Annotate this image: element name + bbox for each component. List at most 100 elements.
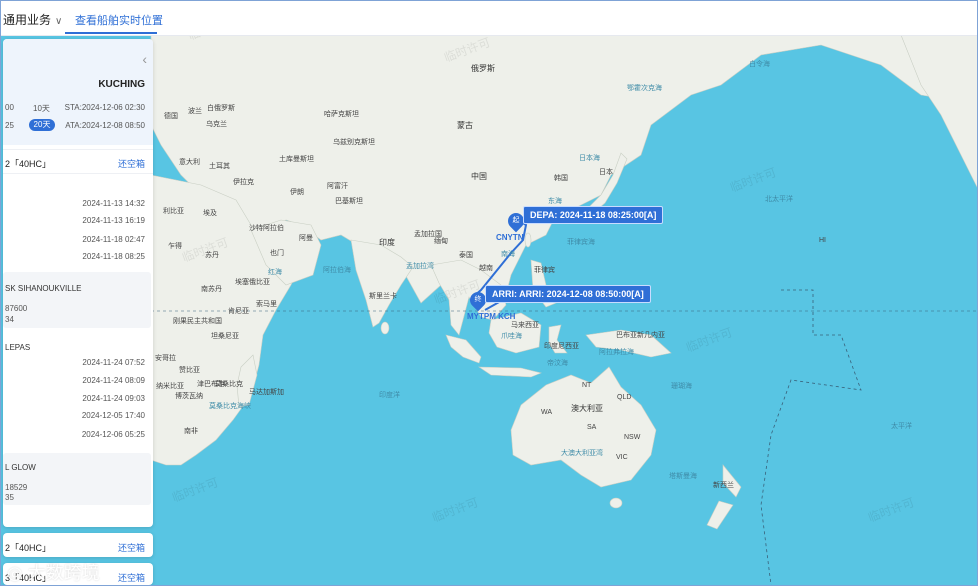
country-label: 哈萨克斯坦	[324, 111, 359, 118]
region-label: QLD	[617, 394, 632, 401]
destination-pin-label: 终	[474, 296, 482, 303]
arrival-tooltip: ARRI: ARRI: 2024-12-08 08:50:00[A]	[485, 285, 651, 303]
sea-label: 南海	[501, 251, 515, 258]
sea-label: 爪哇海	[501, 333, 522, 340]
country-label: 赞比亚	[179, 367, 200, 374]
sea-label: 阿拉伯海	[323, 267, 351, 274]
country-label: 伊拉克	[233, 179, 254, 186]
origin-port-code: CNYTN	[496, 233, 524, 242]
return-empty-link[interactable]: 还空箱	[118, 571, 145, 584]
event-time: 2024-11-13 14:32	[82, 199, 145, 208]
country-label: 白俄罗斯	[207, 105, 235, 112]
region-label: VIC	[616, 454, 628, 461]
country-label: 阿曼	[299, 235, 313, 242]
sta-time: STA:2024-12-06 02:30	[64, 103, 145, 112]
menu-dropdown[interactable]: 通用业务 ∨	[3, 11, 62, 28]
country-label: 坦桑尼亚	[211, 333, 239, 340]
country-label: 博茨瓦纳	[175, 393, 203, 400]
ata-time: ATA:2024-12-08 08:50	[65, 121, 145, 130]
country-label: 沙特阿拉伯	[249, 225, 284, 232]
sea-label: 太平洋	[891, 423, 912, 430]
event-time: 2024-11-24 09:03	[82, 394, 145, 403]
event-time: 2024-12-05 17:40	[81, 411, 145, 420]
event-time: 2024-12-06 05:25	[81, 430, 145, 439]
country-label: 埃塞俄比亚	[235, 279, 270, 286]
divider	[3, 149, 153, 150]
country-label: 澳大利亚	[571, 404, 603, 413]
land-sri-lanka	[380, 321, 390, 335]
vessel-voyage: 35	[5, 493, 14, 502]
country-label: 土耳其	[209, 163, 230, 170]
top-nav-bar: 通用业务 ∨ 查看船舶实时位置	[1, 1, 977, 36]
region-label: HI	[819, 237, 826, 244]
country-label: 津巴布韦	[197, 381, 225, 388]
country-label: 乌兹别克斯坦	[333, 139, 375, 146]
sea-label: 菲律宾海	[567, 239, 595, 246]
logo-icon: ◎	[7, 563, 23, 583]
event-time: 2024-11-24 08:09	[82, 376, 145, 385]
country-label: 俄罗斯	[471, 64, 495, 73]
country-label: 韩国	[554, 175, 568, 182]
sea-label: 塔斯曼海	[669, 473, 697, 480]
sea-label: 日本海	[579, 155, 600, 162]
country-label: 中国	[471, 172, 487, 181]
country-label: 巴基斯坦	[335, 198, 363, 205]
vessel-card: L GLOW 18529 35	[3, 453, 151, 505]
country-label: 肯尼亚	[228, 308, 249, 315]
country-label: 意大利	[179, 159, 200, 166]
sea-label: 白令海	[749, 61, 770, 68]
vessel-name: SK SIHANOUKVILLE	[5, 284, 82, 293]
region-label: NT	[582, 382, 592, 389]
country-label: 南非	[184, 428, 198, 435]
country-label: 蒙古	[457, 121, 473, 130]
country-label: 斯里兰卡	[369, 293, 397, 300]
sea-label: 大澳大利亚湾	[561, 450, 603, 457]
vessel-name: L GLOW	[5, 463, 36, 472]
country-label: 纳米比亚	[156, 383, 184, 390]
country-label: 泰国	[459, 252, 473, 259]
collapse-chevron-icon[interactable]: ‹	[142, 51, 147, 67]
country-label: 安哥拉	[155, 355, 176, 362]
sea-label: 鄂霍次克海	[627, 85, 662, 92]
country-label: 也门	[270, 250, 284, 257]
departure-tooltip: DEPA: 2024-11-18 08:25:00[A]	[523, 206, 664, 224]
container-label: 2「40HC」	[5, 159, 52, 169]
brand-logo: ◎ 大数跨境	[7, 559, 100, 585]
sea-label: 帝汶海	[547, 360, 568, 367]
return-empty-link[interactable]: 还空箱	[118, 157, 145, 170]
container-label: 2「40HC」	[5, 543, 52, 553]
tab-realtime-position[interactable]: 查看船舶实时位置	[75, 12, 163, 28]
country-label: 日本	[599, 169, 613, 176]
app-frame: 通用业务 ∨ 查看船舶实时位置 蒙古 中国 哈萨克斯坦 乌兹别克斯坦 土库曼斯坦…	[0, 0, 978, 586]
country-label: 印度尼西亚	[544, 343, 579, 350]
country-label: 菲律宾	[534, 267, 555, 274]
menu-label: 通用业务	[3, 13, 52, 27]
country-label: 波兰	[188, 108, 202, 115]
event-time: 2024-11-13 16:19	[82, 216, 145, 225]
container-row[interactable]: 2「40HC」 还空箱	[3, 533, 153, 557]
event-time: 2024-11-18 08:25	[82, 252, 145, 261]
sea-label: 红海	[268, 269, 282, 276]
country-label: 巴布亚新几内亚	[616, 332, 665, 339]
country-label: 刚果民主共和国	[173, 318, 222, 325]
region-label: NSW	[624, 434, 641, 441]
vessel-number: 18529	[5, 483, 28, 492]
region-label: WA	[541, 409, 553, 416]
logo-text: 大数跨境	[27, 563, 100, 583]
country-label: 德国	[164, 113, 178, 120]
country-label: 马达加斯加	[249, 389, 284, 396]
ata-days-left: 25	[5, 121, 14, 130]
land-taiwan	[524, 232, 532, 248]
port-title: KUCHING	[98, 79, 145, 90]
country-label: 阿富汗	[327, 183, 348, 190]
country-label: 越南	[479, 265, 493, 272]
country-label: 埃及	[203, 210, 217, 217]
country-label: 新西兰	[713, 482, 734, 489]
return-empty-link[interactable]: 还空箱	[118, 541, 145, 554]
country-label: 南苏丹	[201, 286, 222, 293]
country-label: 伊朗	[290, 189, 304, 196]
shipment-panel: ‹ KUCHING 00 10天 STA:2024-12-06 02:30 25…	[3, 39, 153, 527]
region-label: SA	[587, 424, 597, 431]
event-time: 2024-11-18 02:47	[82, 235, 145, 244]
ata-days-pill: 20天	[29, 119, 55, 131]
